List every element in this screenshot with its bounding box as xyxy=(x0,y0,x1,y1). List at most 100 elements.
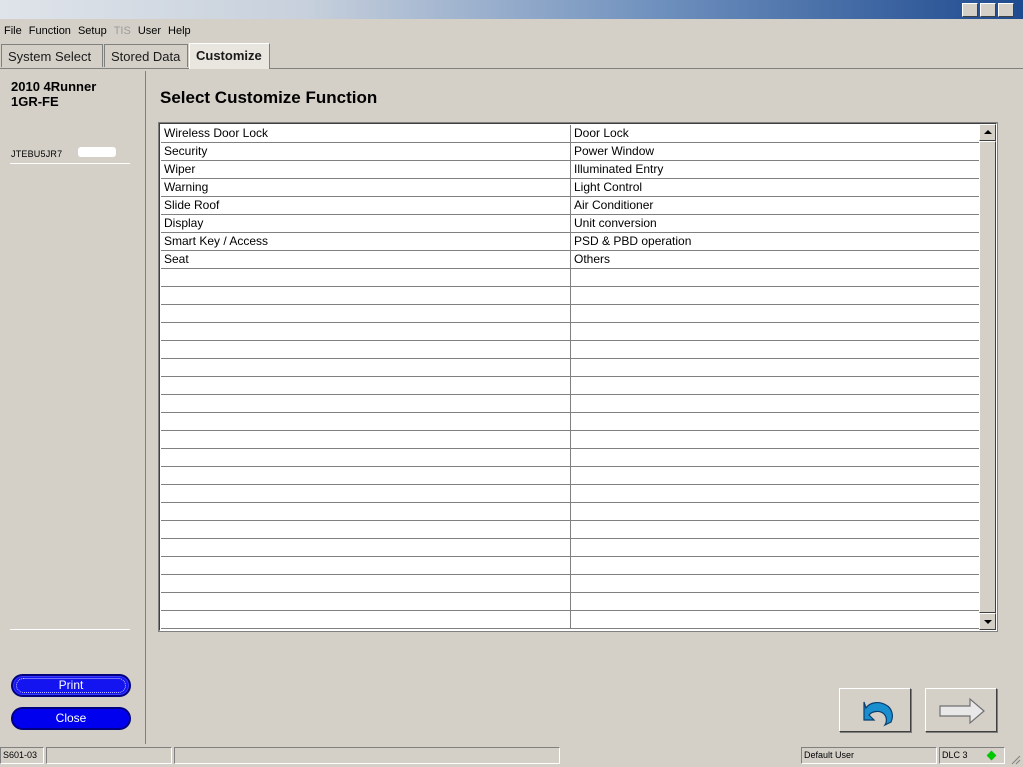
function-cell-left[interactable]: Warning xyxy=(161,179,571,196)
tab-system-select[interactable]: System Select xyxy=(1,44,103,67)
menu-bar: File Function Setup TIS User Help xyxy=(0,21,1023,40)
table-row xyxy=(161,341,979,359)
table-row[interactable]: Wiper Illuminated Entry xyxy=(161,161,979,179)
next-button[interactable] xyxy=(925,688,997,732)
function-cell-left xyxy=(161,503,571,520)
function-cell-right xyxy=(571,341,979,358)
engine-code: 1GR-FE xyxy=(11,94,59,109)
function-cell-left xyxy=(161,449,571,466)
scroll-down-button[interactable] xyxy=(979,613,996,630)
function-cell-left xyxy=(161,377,571,394)
menu-function[interactable]: Function xyxy=(29,25,71,37)
table-row[interactable]: Display Unit conversion xyxy=(161,215,979,233)
table-row[interactable]: Warning Light Control xyxy=(161,179,979,197)
main-panel: Select Customize Function Wireless Door … xyxy=(149,71,1015,744)
function-cell-left xyxy=(161,485,571,502)
function-cell-right xyxy=(571,521,979,538)
function-cell-right xyxy=(571,467,979,484)
function-cell-left xyxy=(161,269,571,286)
focus-ring xyxy=(16,678,126,693)
tab-bar: System Select Stored Data Customize xyxy=(0,41,1023,69)
close-button[interactable]: Close xyxy=(11,707,131,730)
function-cell-right[interactable]: Others xyxy=(571,251,979,268)
function-cell-right xyxy=(571,395,979,412)
close-window-button[interactable] xyxy=(998,3,1014,17)
divider xyxy=(10,629,130,630)
function-cell-left xyxy=(161,287,571,304)
print-button[interactable]: Print xyxy=(11,674,131,697)
function-cell-left xyxy=(161,323,571,340)
minimize-button[interactable] xyxy=(962,3,978,17)
table-row[interactable]: Slide Roof Air Conditioner xyxy=(161,197,979,215)
close-button-label: Close xyxy=(55,711,87,725)
function-cell-right xyxy=(571,449,979,466)
table-row[interactable]: Seat Others xyxy=(161,251,979,269)
function-cell-left xyxy=(161,467,571,484)
resize-grip-icon[interactable] xyxy=(1009,753,1021,765)
function-cell-left[interactable]: Security xyxy=(161,143,571,160)
menu-setup[interactable]: Setup xyxy=(78,25,107,37)
table-row xyxy=(161,377,979,395)
function-cell-right xyxy=(571,413,979,430)
vin-number: JTEBU5JR7 xyxy=(11,149,63,159)
tab-customize[interactable]: Customize xyxy=(189,43,270,69)
back-arrow-icon xyxy=(863,701,893,727)
table-row xyxy=(161,449,979,467)
status-bar: S601-03 Default User DLC 3 xyxy=(0,746,1023,767)
table-row xyxy=(161,467,979,485)
divider xyxy=(10,163,130,164)
function-cell-left xyxy=(161,305,571,322)
chevron-up-icon xyxy=(984,130,992,134)
function-cell-right[interactable]: Power Window xyxy=(571,143,979,160)
function-cell-right xyxy=(571,359,979,376)
function-cell-right xyxy=(571,539,979,556)
scroll-thumb[interactable] xyxy=(979,141,996,613)
function-cell-right[interactable]: Door Lock xyxy=(571,125,979,142)
function-cell-left xyxy=(161,431,571,448)
function-cell-left xyxy=(161,359,571,376)
scroll-up-button[interactable] xyxy=(979,124,996,141)
table-row xyxy=(161,539,979,557)
tab-stored-data[interactable]: Stored Data xyxy=(104,44,188,67)
function-cell-right[interactable]: Illuminated Entry xyxy=(571,161,979,178)
menu-user[interactable]: User xyxy=(138,25,161,37)
function-cell-right[interactable]: Unit conversion xyxy=(571,215,979,232)
menu-file[interactable]: File xyxy=(4,25,22,37)
function-cell-left[interactable]: Slide Roof xyxy=(161,197,571,214)
function-cell-left xyxy=(161,341,571,358)
vertical-scrollbar[interactable] xyxy=(979,124,996,630)
function-cell-right xyxy=(571,287,979,304)
table-row[interactable]: Wireless Door Lock Door Lock xyxy=(161,125,979,143)
table-row xyxy=(161,611,979,629)
table-row[interactable]: Smart Key / Access PSD & PBD operation xyxy=(161,233,979,251)
function-cell-left[interactable]: Seat xyxy=(161,251,571,268)
page-title: Select Customize Function xyxy=(160,88,378,107)
vehicle-info: 2010 4Runner 1GR-FE xyxy=(11,79,96,109)
function-cell-right xyxy=(571,575,979,592)
function-cell-right xyxy=(571,305,979,322)
table-row[interactable]: Security Power Window xyxy=(161,143,979,161)
table-row xyxy=(161,575,979,593)
function-cell-right[interactable]: Light Control xyxy=(571,179,979,196)
function-cell-right xyxy=(571,503,979,520)
function-cell-left xyxy=(161,521,571,538)
window-title-bar xyxy=(0,0,1023,19)
function-cell-left[interactable]: Wireless Door Lock xyxy=(161,125,571,142)
function-cell-right xyxy=(571,485,979,502)
current-user: Default User xyxy=(801,747,937,764)
back-button[interactable] xyxy=(839,688,911,732)
function-cell-left[interactable]: Smart Key / Access xyxy=(161,233,571,250)
maximize-button[interactable] xyxy=(980,3,996,17)
function-cell-right xyxy=(571,377,979,394)
function-cell-left xyxy=(161,539,571,556)
function-cell-left xyxy=(161,593,571,610)
function-cell-right xyxy=(571,611,979,628)
menu-help[interactable]: Help xyxy=(168,25,191,37)
function-cell-right xyxy=(571,323,979,340)
function-cell-right[interactable]: Air Conditioner xyxy=(571,197,979,214)
function-cell-left[interactable]: Display xyxy=(161,215,571,232)
function-cell-right xyxy=(571,431,979,448)
function-cell-right[interactable]: PSD & PBD operation xyxy=(571,233,979,250)
function-cell-left[interactable]: Wiper xyxy=(161,161,571,178)
menu-tis: TIS xyxy=(113,24,131,37)
